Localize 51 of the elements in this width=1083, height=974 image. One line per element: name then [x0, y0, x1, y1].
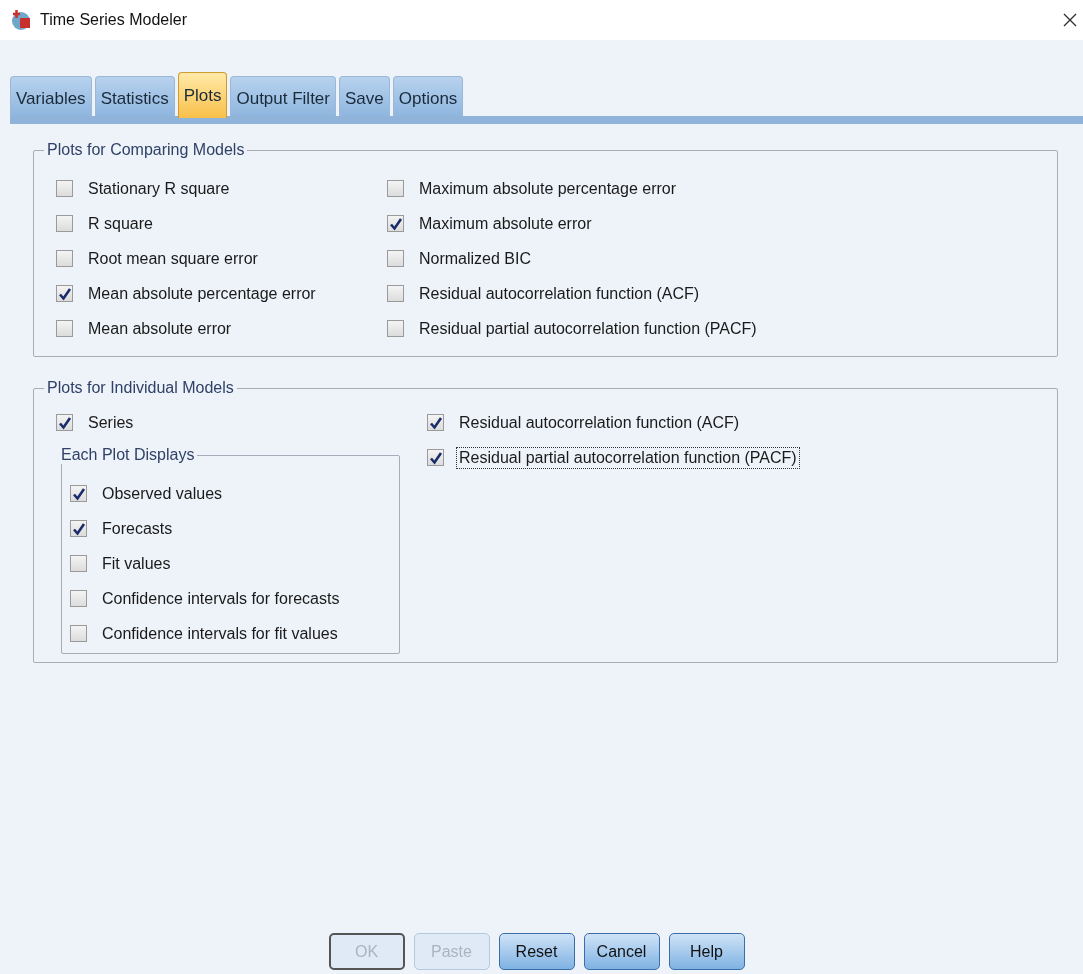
tab[interactable]: Save [339, 76, 390, 116]
dialog-button[interactable]: Reset [498, 933, 575, 970]
checkbox[interactable] [387, 320, 404, 337]
app-icon [10, 9, 32, 31]
checkbox[interactable] [56, 320, 73, 337]
checkbox[interactable] [70, 520, 87, 537]
checkbox-label[interactable]: Fit values [99, 552, 174, 575]
checkbox[interactable] [56, 285, 73, 302]
group-title: Each Plot Displays [60, 446, 196, 464]
checkbox-label[interactable]: Residual autocorrelation function (ACF) [456, 411, 743, 434]
checkbox[interactable] [70, 485, 87, 502]
checkbox-label[interactable]: Maximum absolute error [416, 212, 595, 235]
dialog-button[interactable]: Help [668, 933, 745, 970]
checkbox[interactable] [56, 180, 73, 197]
checkbox[interactable] [427, 414, 444, 431]
tab[interactable]: Variables [10, 76, 92, 116]
window-title: Time Series Modeler [40, 11, 188, 29]
checkbox[interactable] [56, 215, 73, 232]
checkbox[interactable] [387, 250, 404, 267]
checkbox-label[interactable]: Root mean square error [85, 247, 261, 270]
tab[interactable]: Statistics [94, 76, 175, 116]
close-icon[interactable] [1063, 13, 1077, 27]
checkbox[interactable] [70, 555, 87, 572]
checkbox-label[interactable]: Normalized BIC [416, 247, 535, 270]
checkbox[interactable] [56, 250, 73, 267]
checkbox-label[interactable]: R square [85, 212, 156, 235]
checkbox-label[interactable]: Mean absolute error [85, 317, 235, 340]
checkbox[interactable] [387, 180, 404, 197]
group-title: Plots for Comparing Models [46, 141, 246, 159]
checkbox-label[interactable]: Forecasts [99, 517, 176, 540]
checkbox-label[interactable]: Mean absolute percentage error [85, 282, 319, 305]
checkbox-label[interactable]: Confidence intervals for forecasts [99, 587, 343, 610]
checkbox-label[interactable]: Residual partial autocorrelation function (PACF) [456, 446, 800, 469]
dialog-button[interactable]: Cancel [583, 933, 660, 970]
checkbox-label[interactable]: Residual partial autocorrelation function (PACF) [416, 317, 760, 340]
checkbox-label[interactable]: Observed values [99, 482, 226, 505]
checkbox[interactable] [387, 285, 404, 302]
tab[interactable]: Output Filter [230, 76, 336, 116]
checkbox-label[interactable]: Stationary R square [85, 177, 233, 200]
tab[interactable]: Options [392, 76, 464, 116]
group-title: Plots for Individual Models [46, 379, 235, 397]
tab[interactable]: Plots [177, 72, 228, 118]
checkbox[interactable] [56, 414, 73, 431]
checkbox[interactable] [427, 449, 444, 466]
checkbox-label[interactable]: Confidence intervals for fit values [99, 622, 341, 645]
checkbox[interactable] [70, 590, 87, 607]
checkbox-label[interactable]: Maximum absolute percentage error [416, 177, 679, 200]
checkbox[interactable] [387, 215, 404, 232]
checkbox-label[interactable]: Series [85, 411, 137, 434]
checkbox-label[interactable]: Residual autocorrelation function (ACF) [416, 282, 703, 305]
checkbox[interactable] [70, 625, 87, 642]
